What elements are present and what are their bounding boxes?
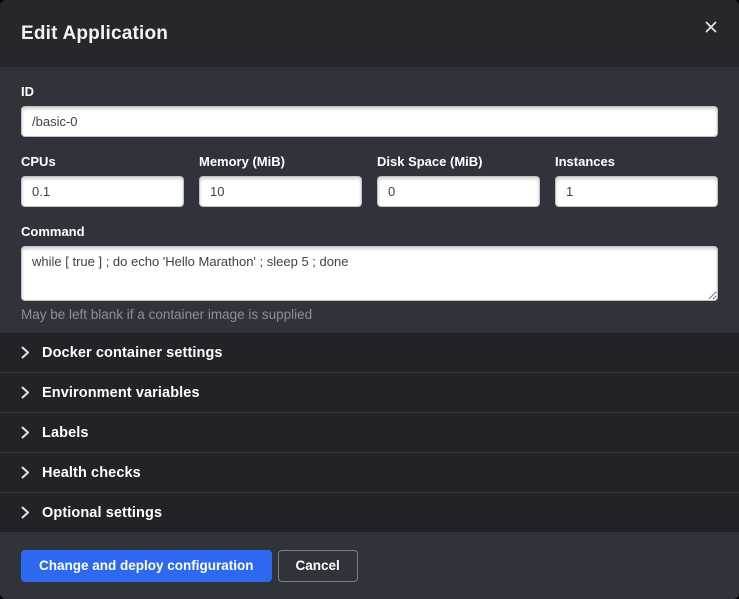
command-field-group: Command while [ true ] ; do echo 'Hello … [21, 224, 718, 323]
edit-application-modal: Edit Application ID CPUs Memory (MiB) [0, 0, 739, 599]
modal-header: Edit Application [0, 0, 739, 67]
id-field-group: ID [21, 84, 718, 137]
chevron-right-icon [21, 346, 30, 359]
command-help-text: May be left blank if a container image i… [21, 307, 718, 323]
section-label: Health checks [42, 465, 141, 481]
disk-space-input[interactable] [377, 176, 540, 207]
cpus-field-group: CPUs [21, 154, 184, 207]
cpus-label: CPUs [21, 154, 184, 170]
instances-label: Instances [555, 154, 718, 170]
instances-input[interactable] [555, 176, 718, 207]
chevron-right-icon [21, 466, 30, 479]
disk-space-label: Disk Space (MiB) [377, 154, 540, 170]
cpus-input[interactable] [21, 176, 184, 207]
section-label: Labels [42, 425, 89, 441]
id-input[interactable] [21, 106, 718, 137]
command-textarea[interactable]: while [ true ] ; do echo 'Hello Marathon… [21, 246, 718, 301]
memory-field-group: Memory (MiB) [199, 154, 362, 207]
chevron-right-icon [21, 506, 30, 519]
modal-title: Edit Application [21, 23, 168, 45]
memory-label: Memory (MiB) [199, 154, 362, 170]
modal-footer: Change and deploy configuration Cancel [0, 532, 739, 599]
resources-row: CPUs Memory (MiB) Disk Space (MiB) Insta… [21, 154, 718, 207]
memory-input[interactable] [199, 176, 362, 207]
chevron-right-icon [21, 426, 30, 439]
close-icon [705, 21, 717, 33]
section-health-checks[interactable]: Health checks [0, 452, 739, 492]
disk-field-group: Disk Space (MiB) [377, 154, 540, 207]
spacer [21, 137, 718, 154]
section-label: Docker container settings [42, 345, 223, 361]
spacer [21, 207, 718, 224]
accordion-sections: Docker container settings Environment va… [0, 333, 739, 532]
section-labels[interactable]: Labels [0, 412, 739, 452]
chevron-right-icon [21, 386, 30, 399]
id-label: ID [21, 84, 718, 100]
cancel-button[interactable]: Cancel [278, 550, 358, 582]
command-label: Command [21, 224, 718, 240]
section-environment-variables[interactable]: Environment variables [0, 372, 739, 412]
edit-application-form: ID CPUs Memory (MiB) Disk Space (MiB) In… [0, 67, 739, 333]
section-label: Optional settings [42, 505, 162, 521]
section-label: Environment variables [42, 385, 200, 401]
instances-field-group: Instances [555, 154, 718, 207]
change-and-deploy-button[interactable]: Change and deploy configuration [21, 550, 272, 582]
close-button[interactable] [698, 14, 724, 40]
section-docker-container-settings[interactable]: Docker container settings [0, 333, 739, 372]
section-optional-settings[interactable]: Optional settings [0, 492, 739, 532]
